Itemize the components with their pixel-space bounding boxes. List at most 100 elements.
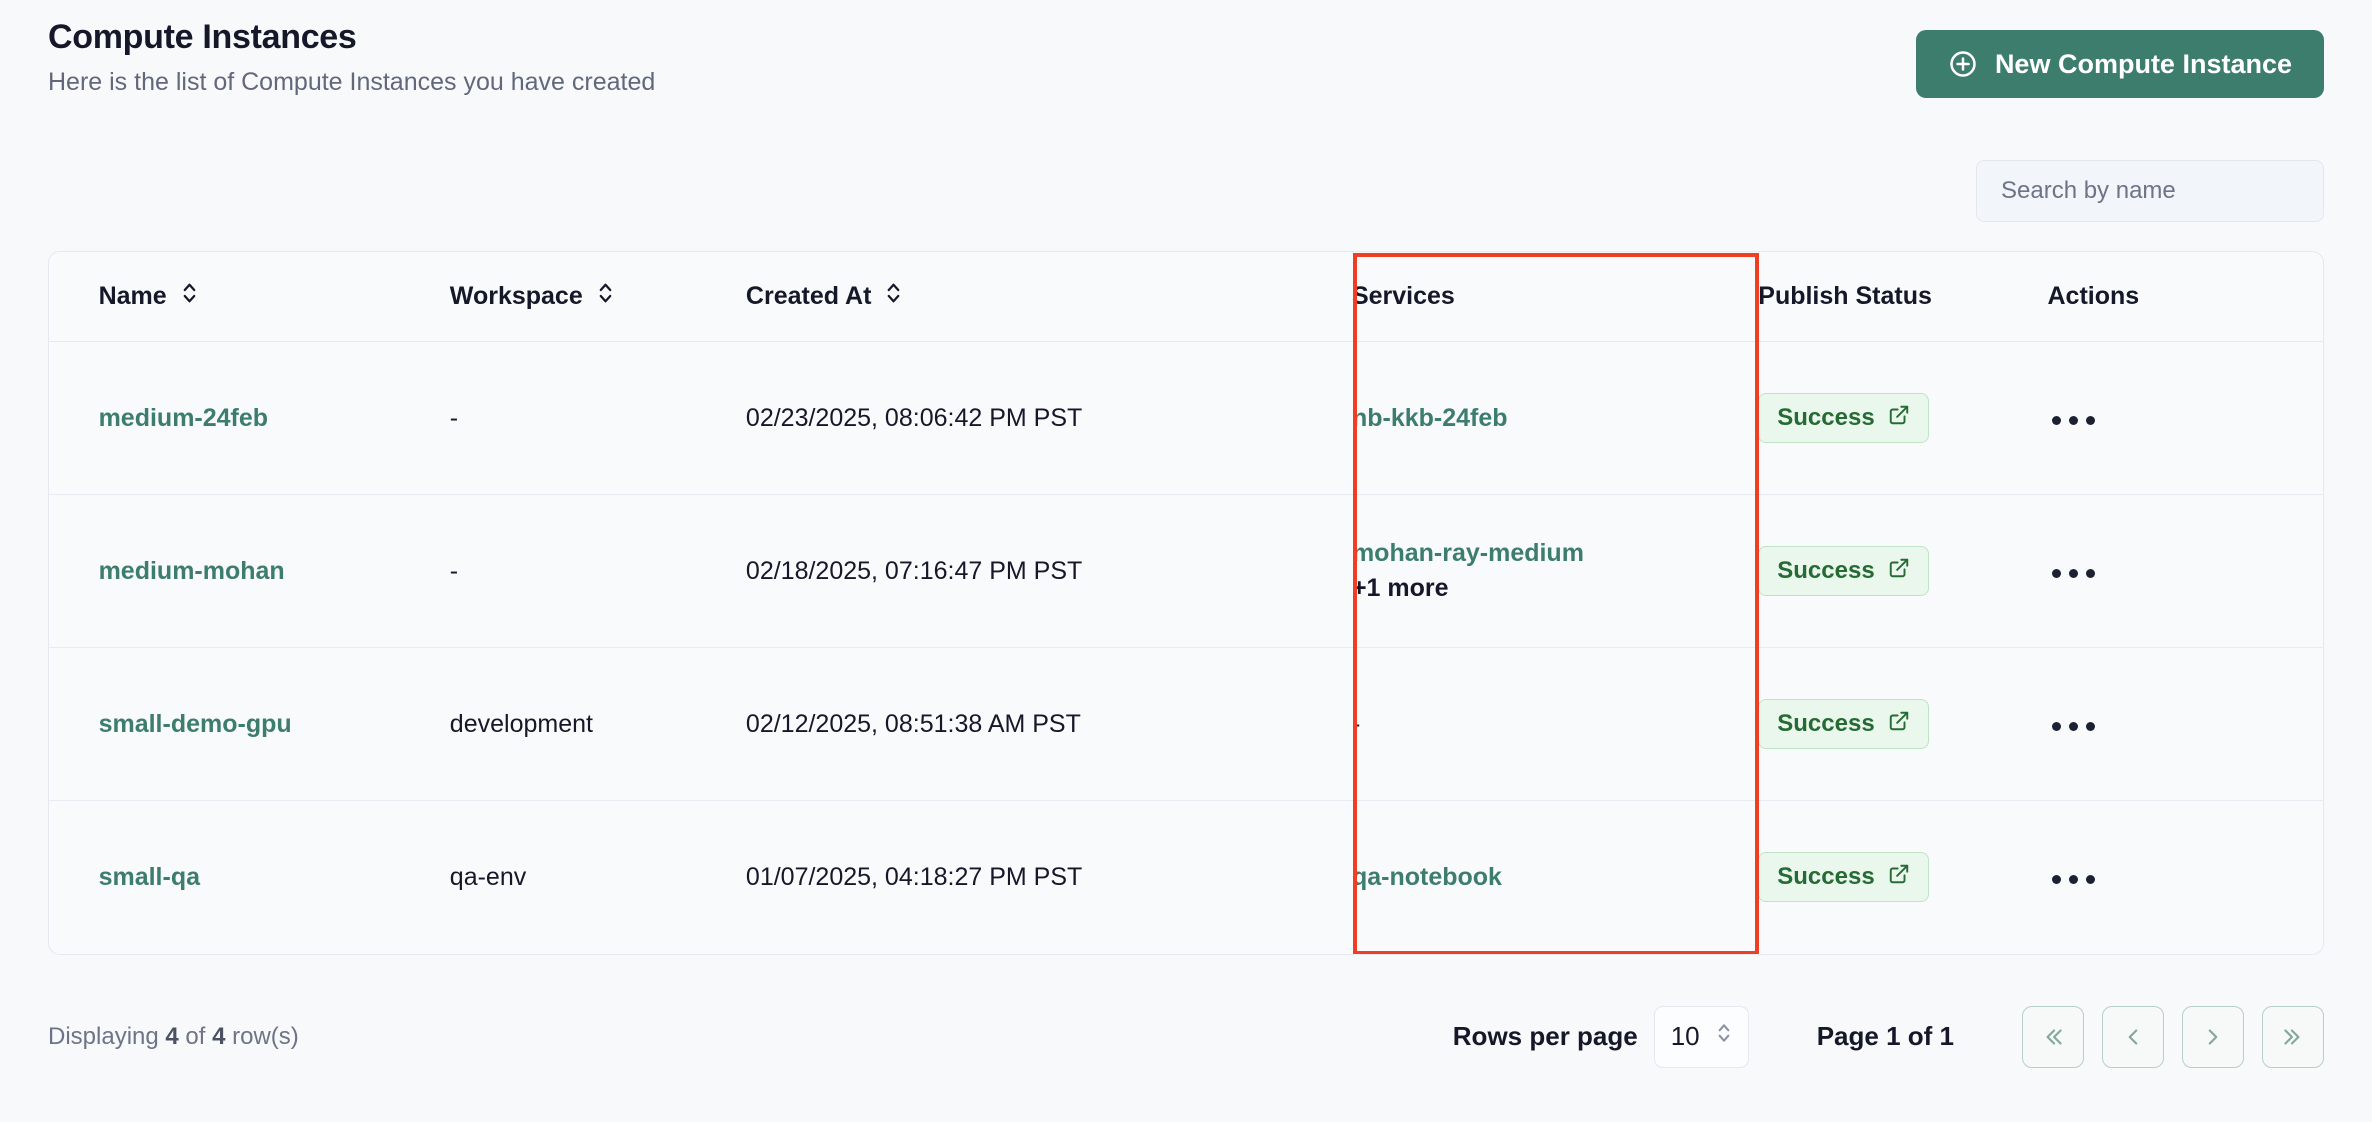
cell-publish-status: Success [1758, 647, 2048, 801]
sort-icon[interactable] [885, 280, 902, 313]
dot-icon [2085, 875, 2095, 885]
cell-name: small-qa [98, 800, 450, 954]
instance-name-link[interactable]: medium-mohan [99, 557, 285, 585]
column-header-created-at[interactable]: Created At [745, 252, 1352, 342]
cell-actions [2047, 647, 2282, 801]
cell-name: medium-24feb [98, 341, 450, 495]
table-row: small-qa qa-env 01/07/2025, 04:18:27 PM … [49, 800, 2323, 954]
search-input[interactable] [1976, 160, 2324, 222]
row-spacer-left [49, 494, 99, 648]
dot-icon [2051, 722, 2061, 731]
cell-created-at: 02/12/2025, 08:51:38 AM PST [745, 647, 1352, 801]
dot-icon [2051, 569, 2061, 578]
dot-icon [2051, 875, 2061, 885]
first-page-button[interactable] [2022, 1005, 2084, 1068]
dot-icon [2085, 416, 2095, 425]
next-page-button[interactable] [2182, 1005, 2244, 1068]
external-link-icon [1888, 863, 1910, 892]
workspace-value: qa-env [449, 862, 527, 891]
rows-per-page-value: 10 [1670, 1021, 1700, 1051]
cell-actions [2047, 494, 2282, 648]
row-actions-menu-button[interactable] [2048, 408, 2099, 433]
new-compute-instance-label: New Compute Instance [1994, 48, 2292, 79]
displaying-mid: of [178, 1022, 213, 1050]
workspace-value: - [449, 556, 459, 585]
row-actions-menu-button[interactable] [2048, 561, 2099, 586]
page-header: Compute Instances Here is the list of Co… [48, 0, 2324, 98]
column-header-actions: Actions [2047, 252, 2282, 342]
dot-icon [2085, 722, 2095, 731]
services-more-label[interactable]: +1 more [1352, 574, 1758, 603]
row-spacer-left [49, 800, 99, 954]
previous-page-button[interactable] [2102, 1005, 2164, 1068]
chevron-left-icon [2120, 1024, 2146, 1050]
page-indicator: Page 1 of 1 [1816, 1021, 1954, 1051]
services-empty-value: - [1351, 709, 1361, 738]
compute-instances-page: Compute Instances Here is the list of Co… [0, 0, 2372, 1122]
total-count: 4 [212, 1022, 226, 1050]
status-badge[interactable]: Success [1758, 699, 1929, 749]
created-at-value: 02/23/2025, 08:06:42 PM PST [745, 403, 1083, 432]
dot-icon [2068, 875, 2078, 885]
instances-table: Name Workspace Created At Services Publi… [49, 252, 2323, 954]
status-badge[interactable]: Success [1758, 546, 1929, 596]
table-row: medium-mohan - 02/18/2025, 07:16:47 PM P… [49, 494, 2323, 648]
status-badge-label: Success [1777, 863, 1875, 891]
cell-created-at: 02/23/2025, 08:06:42 PM PST [745, 341, 1352, 495]
plus-circle-icon [1948, 49, 1978, 79]
rows-per-page-label: Rows per page [1452, 1021, 1638, 1051]
row-spacer-left [49, 647, 99, 801]
last-page-button[interactable] [2262, 1005, 2324, 1068]
cell-workspace: development [449, 647, 746, 801]
dot-icon [2051, 416, 2061, 425]
cell-services: mohan-ray-medium +1 more [1351, 494, 1759, 648]
sort-icon[interactable] [181, 280, 198, 313]
dot-icon [2068, 722, 2078, 731]
workspace-value: development [449, 709, 593, 738]
instances-table-container: Name Workspace Created At Services Publi… [48, 251, 2324, 955]
row-count-summary: Displaying 4 of 4 row(s) [48, 1023, 299, 1051]
cell-publish-status: Success [1758, 341, 2048, 495]
column-header-name[interactable]: Name [98, 252, 450, 342]
page-title: Compute Instances [48, 18, 357, 56]
sort-icon[interactable] [597, 280, 614, 313]
column-header-workspace[interactable]: Workspace [449, 252, 746, 342]
row-spacer-right [2281, 494, 2323, 648]
status-badge[interactable]: Success [1758, 393, 1929, 443]
created-at-value: 02/12/2025, 08:51:38 AM PST [745, 709, 1081, 738]
instance-name-link[interactable]: small-qa [99, 863, 200, 891]
column-header-workspace-label: Workspace [449, 282, 583, 310]
service-link[interactable]: qa-notebook [1352, 863, 1758, 892]
status-badge-label: Success [1777, 710, 1875, 737]
chevrons-right-icon [2280, 1024, 2306, 1050]
external-link-icon [1888, 557, 1910, 586]
rows-per-page-select[interactable]: 10 [1653, 1005, 1749, 1068]
column-header-publish-status: Publish Status [1758, 252, 2048, 342]
cell-created-at: 02/18/2025, 07:16:47 PM PST [745, 494, 1352, 648]
cell-services: qa-notebook [1351, 800, 1759, 954]
new-compute-instance-button[interactable]: New Compute Instance [1915, 30, 2324, 98]
search-row [48, 160, 2324, 222]
cell-created-at: 01/07/2025, 04:18:27 PM PST [745, 800, 1352, 954]
chevron-right-icon [2200, 1024, 2226, 1050]
service-link[interactable]: nb-kkb-24feb [1352, 404, 1758, 433]
pagination-controls: Rows per page 10 Page 1 of 1 [1452, 1005, 2324, 1068]
table-header-row: Name Workspace Created At Services Publi… [49, 252, 2323, 342]
workspace-value: - [449, 403, 459, 432]
row-actions-menu-button[interactable] [2048, 714, 2099, 739]
created-at-value: 01/07/2025, 04:18:27 PM PST [745, 862, 1083, 891]
header-spacer-right [2281, 252, 2323, 342]
page-subtitle: Here is the list of Compute Instances yo… [48, 68, 656, 97]
cell-name: medium-mohan [98, 494, 450, 648]
instance-name-link[interactable]: small-demo-gpu [99, 710, 292, 738]
created-at-value: 02/18/2025, 07:16:47 PM PST [745, 556, 1083, 585]
status-badge[interactable]: Success [1758, 852, 1929, 903]
cell-workspace: - [449, 341, 746, 495]
row-spacer-right [2281, 800, 2323, 954]
service-link[interactable]: mohan-ray-medium [1352, 539, 1758, 568]
row-actions-menu-button[interactable] [2048, 867, 2099, 892]
column-header-services-label: Services [1351, 282, 1455, 310]
chevrons-left-icon [2040, 1024, 2066, 1050]
status-badge-label: Success [1777, 557, 1875, 584]
instance-name-link[interactable]: medium-24feb [99, 404, 268, 432]
